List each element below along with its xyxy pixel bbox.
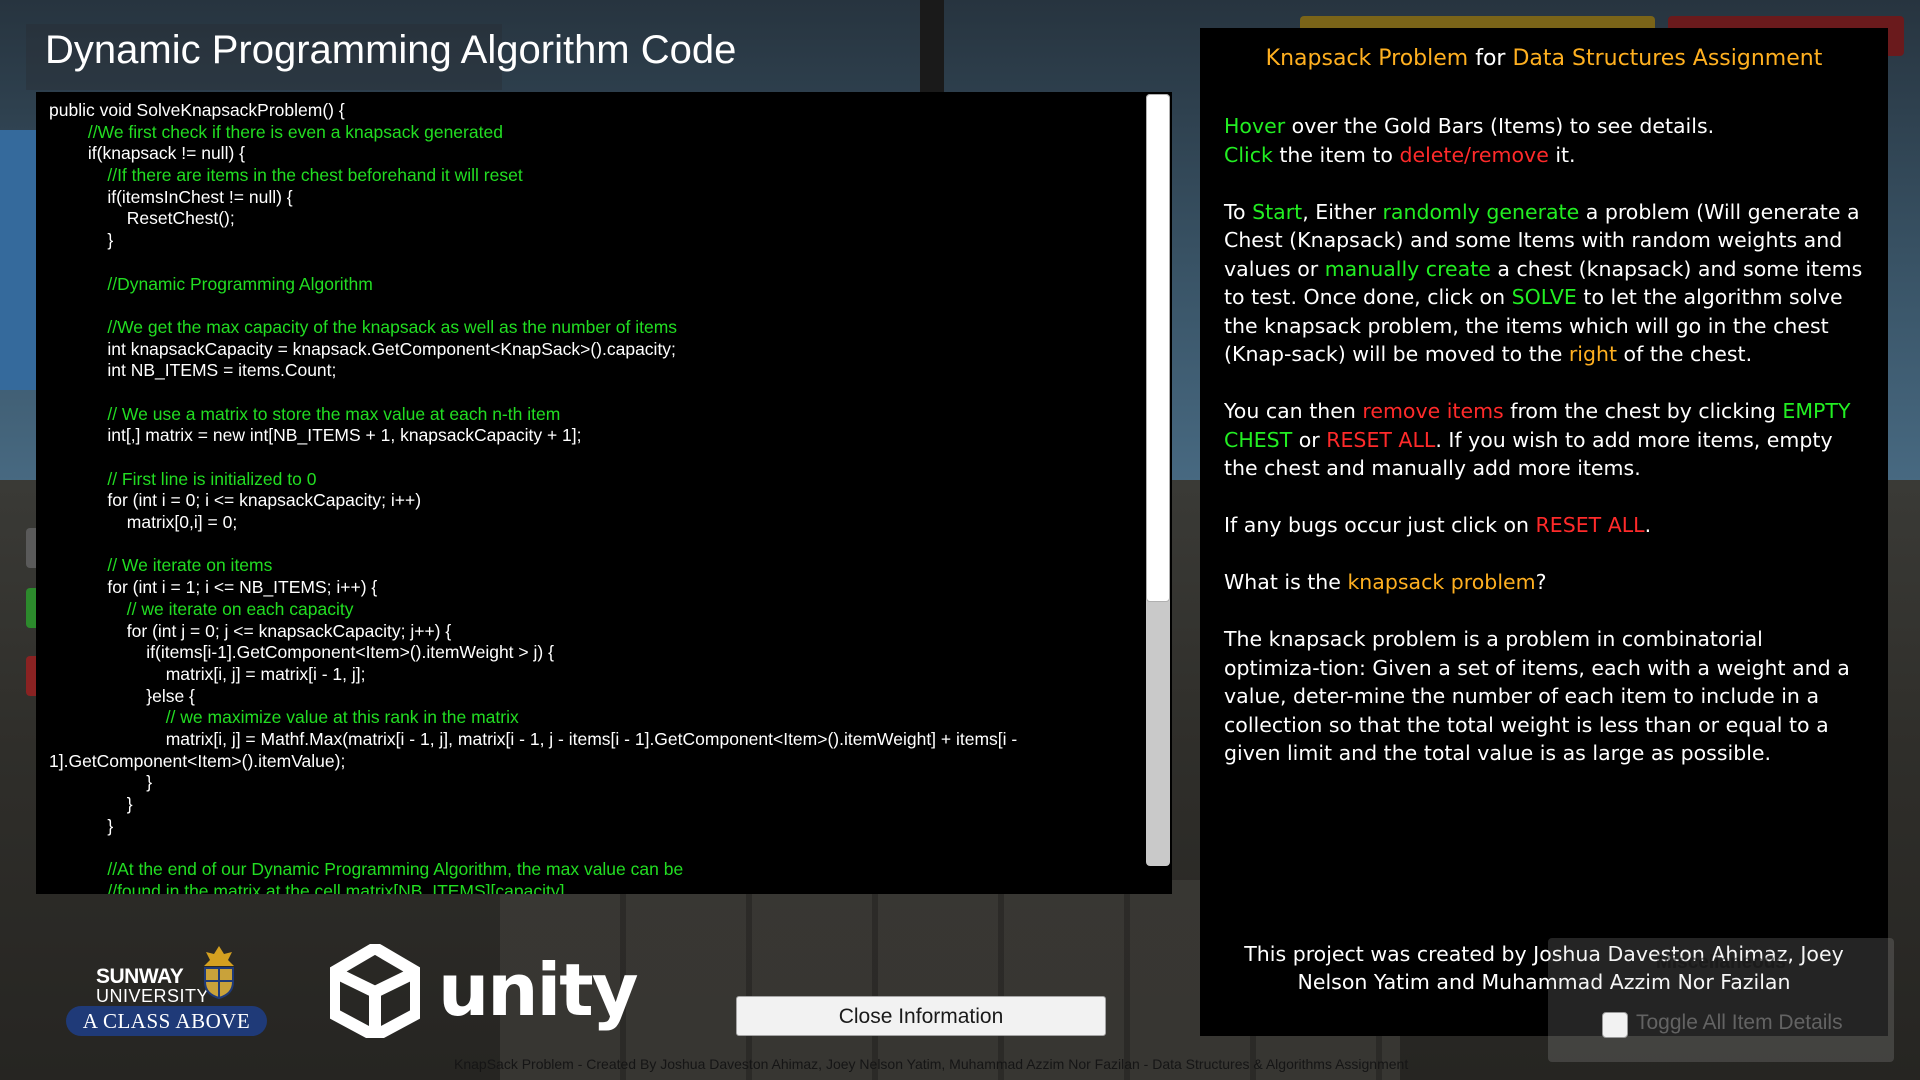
code-line: int NB_ITEMS = items.Count; bbox=[49, 360, 337, 381]
code-line: if(knapsack != null) { bbox=[49, 143, 245, 164]
code-line: public void SolveKnapsackProblem() { bbox=[49, 100, 345, 120]
info-highlight: SOLVE bbox=[1511, 285, 1577, 309]
miscellaneous-title: Miscellaneous bbox=[1656, 952, 1786, 973]
code-comment-line: // We iterate on items bbox=[49, 555, 273, 576]
code-line: } bbox=[49, 230, 114, 251]
info-text: it. bbox=[1548, 142, 1576, 167]
code-scrollbar-thumb[interactable] bbox=[1146, 94, 1170, 602]
info-paragraph: The knapsack problem is a problem in com… bbox=[1224, 625, 1864, 768]
sunway-logo-university: UNIVERSITY bbox=[96, 986, 210, 1006]
info-title-segment: for bbox=[1468, 46, 1513, 71]
info-text: of the chest. bbox=[1617, 342, 1753, 366]
info-text: If any bugs occur just click on bbox=[1224, 513, 1536, 537]
code-comment-line: // We use a matrix to store the max valu… bbox=[49, 403, 561, 424]
info-highlight: manually create bbox=[1324, 256, 1491, 281]
info-text: over the Gold Bars (Items) to see detail… bbox=[1285, 114, 1715, 138]
code-line: } bbox=[49, 772, 153, 793]
info-text: from the chest by clicking bbox=[1503, 399, 1783, 423]
code-line: for (int i = 1; i <= NB_ITEMS; i++) { bbox=[49, 577, 378, 598]
code-comment-line: //We get the max capacity of the knapsac… bbox=[49, 316, 678, 337]
info-paragraph: What is the knapsack problem? bbox=[1224, 568, 1864, 597]
code-line: }else { bbox=[49, 685, 195, 706]
code-line: if(itemsInChest != null) { bbox=[49, 186, 293, 207]
sunway-logo-tagline: A CLASS ABOVE bbox=[66, 1006, 267, 1036]
information-panel-title: Knapsack Problem for Data Structures Ass… bbox=[1200, 46, 1888, 71]
code-comment-line: // we maximize value at this rank in the… bbox=[49, 707, 519, 728]
info-text: or bbox=[1292, 427, 1327, 452]
code-line: matrix[i, j] = matrix[i - 1, j]; bbox=[49, 663, 366, 684]
code-panel-title: Dynamic Programming Algorithm Code bbox=[45, 28, 737, 72]
info-text: . bbox=[1644, 513, 1652, 537]
code-comment-line: //We first check if there is even a knap… bbox=[49, 121, 503, 142]
info-highlight: Hover bbox=[1224, 114, 1286, 138]
info-paragraph: You can then remove items from the chest… bbox=[1224, 397, 1864, 483]
code-comment-line: //found in the matrix at the cell matrix… bbox=[49, 880, 565, 894]
info-title-segment: Knapsack Problem bbox=[1265, 46, 1469, 71]
code-line: for (int i = 0; i <= knapsackCapacity; i… bbox=[49, 490, 422, 511]
code-comment-line: // we iterate on each capacity bbox=[49, 598, 354, 619]
info-highlight: Click bbox=[1224, 142, 1273, 167]
information-instructions: Hover over the Gold Bars (Items) to see … bbox=[1224, 112, 1864, 796]
code-comment-line: // First line is initialized to 0 bbox=[49, 468, 317, 489]
info-text: To bbox=[1224, 199, 1253, 224]
info-paragraph: To Start, Either randomly generate a pro… bbox=[1224, 198, 1864, 369]
info-highlight: right bbox=[1568, 342, 1618, 366]
sunway-university-logo: SUNWAY UNIVERSITY A CLASS ABOVE bbox=[66, 944, 271, 1040]
info-text: , Either bbox=[1302, 199, 1383, 224]
toggle-item-details-checkbox[interactable] bbox=[1602, 1012, 1628, 1038]
code-comment-line: //If there are items in the chest before… bbox=[49, 165, 523, 186]
code-line: matrix[i, j] = Mathf.Max(matrix[i - 1, j… bbox=[49, 728, 1023, 771]
code-view[interactable]: public void SolveKnapsackProblem() { //W… bbox=[36, 92, 1172, 894]
code-line: } bbox=[49, 815, 114, 836]
sunway-crest-icon bbox=[204, 946, 234, 1000]
toggle-item-details-label[interactable]: Toggle All Item Details bbox=[1636, 1011, 1843, 1035]
code-line: } bbox=[49, 794, 133, 815]
unity-logo-text: unity bbox=[438, 948, 639, 1032]
code-line: matrix[0,i] = 0; bbox=[49, 512, 238, 533]
code-line: if(items[i-1].GetComponent<Item>().itemW… bbox=[49, 642, 554, 663]
unity-logo-icon bbox=[330, 944, 420, 1038]
code-comment-line: //Dynamic Programming Algorithm bbox=[49, 273, 373, 294]
info-highlight: randomly generate bbox=[1382, 199, 1580, 224]
code-line: int knapsackCapacity = knapsack.GetCompo… bbox=[49, 338, 676, 359]
info-title-segment: Data Structures Assignment bbox=[1512, 46, 1823, 71]
info-highlight: knapsack problem bbox=[1347, 570, 1536, 594]
code-comment-line: //At the end of our Dynamic Programming … bbox=[49, 859, 684, 880]
info-highlight: RESET ALL bbox=[1535, 513, 1645, 537]
info-text: You can then bbox=[1224, 399, 1363, 423]
info-highlight: delete/remove bbox=[1399, 142, 1549, 167]
code-line: int[,] matrix = new int[NB_ITEMS + 1, kn… bbox=[49, 425, 582, 446]
footer-credits: KnapSack Problem - Created By Joshua Dav… bbox=[454, 1056, 1409, 1072]
code-line: for (int j = 0; j <= knapsackCapacity; j… bbox=[49, 620, 452, 641]
code-line: ResetChest(); bbox=[49, 208, 235, 229]
code-listing: public void SolveKnapsackProblem() { //W… bbox=[49, 100, 1135, 894]
info-paragraph: Hover over the Gold Bars (Items) to see … bbox=[1224, 112, 1864, 169]
info-text: The knapsack problem is a problem in com… bbox=[1224, 627, 1850, 765]
info-highlight: Start bbox=[1252, 199, 1303, 224]
info-highlight: RESET ALL bbox=[1326, 427, 1436, 452]
info-text: the item to bbox=[1272, 142, 1400, 167]
close-information-button[interactable]: Close Information bbox=[736, 996, 1106, 1036]
sunway-logo-name: SUNWAY bbox=[96, 965, 184, 988]
info-text: ? bbox=[1535, 570, 1547, 594]
info-text: What is the bbox=[1224, 570, 1348, 594]
info-paragraph: If any bugs occur just click on RESET AL… bbox=[1224, 511, 1864, 540]
info-highlight: remove items bbox=[1362, 399, 1504, 423]
